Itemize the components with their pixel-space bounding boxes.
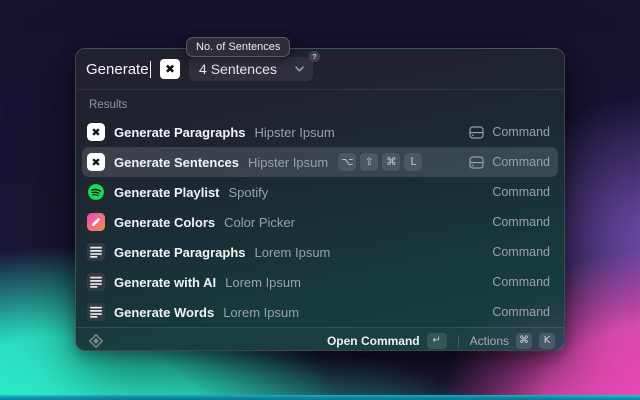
x-mark-icon: ✖ <box>165 63 175 75</box>
row-accessory: Command <box>492 305 550 319</box>
drive-icon <box>469 126 484 139</box>
color-picker-icon <box>87 213 105 231</box>
footer-divider <box>458 335 459 347</box>
result-type-label: Command <box>492 275 550 289</box>
result-type-label: Command <box>492 155 550 169</box>
actions-button[interactable]: Actions ⌘ K <box>470 333 555 349</box>
list-item[interactable]: Generate Playlist Spotify Command <box>82 177 558 207</box>
text-caret <box>150 61 152 78</box>
result-title: Generate Colors <box>114 215 215 230</box>
lorem-text-icon <box>87 243 105 261</box>
result-type-label: Command <box>492 125 550 139</box>
open-command-label: Open Command <box>327 334 420 348</box>
result-subtitle: Lorem Ipsum <box>225 275 301 290</box>
result-title: Generate Paragraphs <box>114 125 246 140</box>
chevron-down-icon <box>295 66 304 72</box>
cmd-key-badge: ⌘ <box>516 333 532 349</box>
shortcut-key: ⌘ <box>382 153 400 171</box>
launcher-window: Generate ✖ 4 Sentences ? Results ✖ Gener… <box>75 48 565 351</box>
shortcut-keys: ⌥⇧⌘L <box>338 153 422 171</box>
row-accessory: Command <box>492 215 550 229</box>
hipster-ipsum-extension-icon: ✖ <box>160 59 180 79</box>
row-accessory: Command <box>492 185 550 199</box>
search-bar: Generate ✖ 4 Sentences ? <box>76 49 564 90</box>
list-item[interactable]: ✖ Generate Sentences Hipster Ipsum ⌥⇧⌘L … <box>82 147 558 177</box>
shortcut-key: ⇧ <box>360 153 378 171</box>
spotify-icon <box>87 183 105 201</box>
x-mark-icon: ✖ <box>91 127 100 138</box>
result-type-label: Command <box>492 215 550 229</box>
paragraph-lines-icon <box>90 306 102 318</box>
result-subtitle: Lorem Ipsum <box>255 245 331 260</box>
result-title: Generate Paragraphs <box>114 245 246 260</box>
dropdown-selected-value: 4 Sentences <box>199 61 277 77</box>
shortcut-key: ⌥ <box>338 153 356 171</box>
result-title: Generate Sentences <box>114 155 239 170</box>
drive-icon <box>469 156 484 169</box>
paragraph-lines-icon <box>90 246 102 258</box>
row-accessory: Command <box>469 155 550 169</box>
result-type-label: Command <box>492 245 550 259</box>
enter-key-badge: ↵ <box>427 333 447 349</box>
lorem-text-icon <box>87 303 105 321</box>
wallpaper-bottom-band <box>0 395 640 400</box>
x-mark-icon: ✖ <box>87 123 105 141</box>
lorem-text-icon <box>87 273 105 291</box>
sentences-count-dropdown[interactable]: 4 Sentences ? <box>189 57 313 81</box>
list-item[interactable]: Generate Words Lorem Ipsum Command <box>82 297 558 327</box>
shortcut-key: L <box>404 153 422 171</box>
spotify-icon <box>87 183 105 201</box>
result-subtitle: Hipster Ipsum <box>255 125 335 140</box>
list-item[interactable]: ✖ Generate Paragraphs Hipster Ipsum Comm… <box>82 117 558 147</box>
result-subtitle: Hipster Ipsum <box>248 155 328 170</box>
k-key-badge: K <box>539 333 555 349</box>
row-accessory: Command <box>492 245 550 259</box>
list-item[interactable]: Generate Paragraphs Lorem Ipsum Command <box>82 237 558 267</box>
x-mark-icon: ✖ <box>87 153 105 171</box>
result-subtitle: Lorem Ipsum <box>223 305 299 320</box>
results-section-label: Results <box>76 90 564 117</box>
x-mark-icon: ✖ <box>91 157 100 168</box>
result-title: Generate with AI <box>114 275 216 290</box>
result-title: Generate Playlist <box>114 185 220 200</box>
list-item[interactable]: Generate with AI Lorem Ipsum Command <box>82 267 558 297</box>
search-input[interactable]: Generate <box>86 61 151 78</box>
results-list: ✖ Generate Paragraphs Hipster Ipsum Comm… <box>76 117 564 327</box>
help-badge: ? <box>309 51 320 62</box>
row-accessory: Command <box>492 275 550 289</box>
pen-icon <box>90 216 102 228</box>
raycast-logo-icon <box>88 333 104 349</box>
dropdown-tooltip: No. of Sentences <box>186 37 290 57</box>
result-subtitle: Spotify <box>229 185 269 200</box>
row-accessory: Command <box>469 125 550 139</box>
result-title: Generate Words <box>114 305 214 320</box>
result-type-label: Command <box>492 305 550 319</box>
open-command-button[interactable]: Open Command ↵ <box>327 333 447 349</box>
paragraph-lines-icon <box>90 276 102 288</box>
list-item[interactable]: Generate Colors Color Picker Command <box>82 207 558 237</box>
result-subtitle: Color Picker <box>224 215 295 230</box>
actions-label: Actions <box>470 334 509 348</box>
search-query-text: Generate <box>86 61 149 78</box>
result-type-label: Command <box>492 185 550 199</box>
footer-bar: Open Command ↵ Actions ⌘ K <box>76 327 564 353</box>
